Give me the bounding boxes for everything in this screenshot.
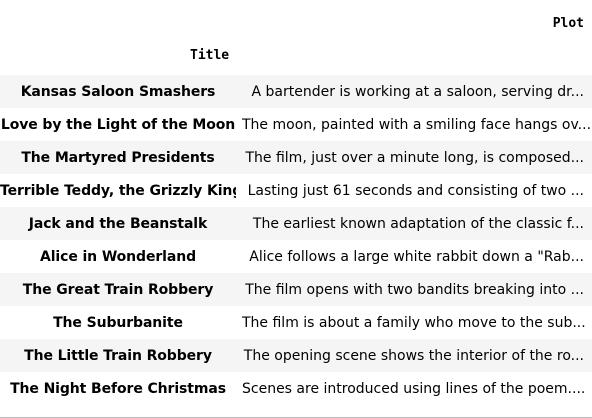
table-row: Alice in Wonderland Alice follows a larg…	[0, 240, 592, 273]
table-row: Terrible Teddy, the Grizzly King Lasting…	[0, 174, 592, 207]
row-title: The Great Train Robbery	[22, 281, 214, 298]
table-row: Jack and the Beanstalk The earliest know…	[0, 207, 592, 240]
row-plot: Lasting just 61 seconds and consisting o…	[247, 182, 584, 199]
row-plot: Alice follows a large white rabbit down …	[249, 248, 584, 265]
row-title: Terrible Teddy, the Grizzly King	[0, 182, 236, 199]
table-row: The Suburbanite The film is about a fami…	[0, 306, 592, 339]
dataframe-table: Kansas Saloon Smashers A bartender is wo…	[0, 75, 592, 405]
row-title: The Night Before Christmas	[10, 380, 226, 397]
row-plot: The film is about a family who move to t…	[242, 314, 586, 331]
row-title: The Martyred Presidents	[21, 149, 215, 166]
row-title: The Suburbanite	[53, 314, 183, 331]
row-plot: The opening scene shows the interior of …	[243, 347, 584, 364]
row-plot: A bartender is working at a saloon, serv…	[251, 83, 584, 100]
row-plot: The film opens with two bandits breaking…	[245, 281, 584, 298]
table-row: The Night Before Christmas Scenes are in…	[0, 372, 592, 405]
row-title: The Little Train Robbery	[24, 347, 212, 364]
table-row: The Little Train Robbery The opening sce…	[0, 339, 592, 372]
row-plot: Scenes are introduced using lines of the…	[242, 380, 586, 397]
row-title: Kansas Saloon Smashers	[20, 83, 216, 100]
row-title: Jack and the Beanstalk	[28, 215, 208, 232]
table-row: Kansas Saloon Smashers A bartender is wo…	[0, 75, 592, 108]
row-title: Alice in Wonderland	[39, 248, 197, 265]
table-row: The Great Train Robbery The film opens w…	[0, 273, 592, 306]
row-title: Love by the Light of the Moon	[0, 116, 236, 133]
index-header-title: Title	[190, 48, 230, 63]
column-header-plot: Plot	[552, 16, 584, 31]
row-plot: The moon, painted with a smiling face ha…	[242, 116, 592, 133]
table-row: The Martyred Presidents The film, just o…	[0, 141, 592, 174]
table-row: Love by the Light of the Moon The moon, …	[0, 108, 592, 141]
dataframe-output: Plot Title Kansas Saloon Smashers A bart…	[0, 0, 592, 418]
row-plot: The earliest known adaptation of the cla…	[252, 215, 584, 232]
row-plot: The film, just over a minute long, is co…	[245, 149, 584, 166]
